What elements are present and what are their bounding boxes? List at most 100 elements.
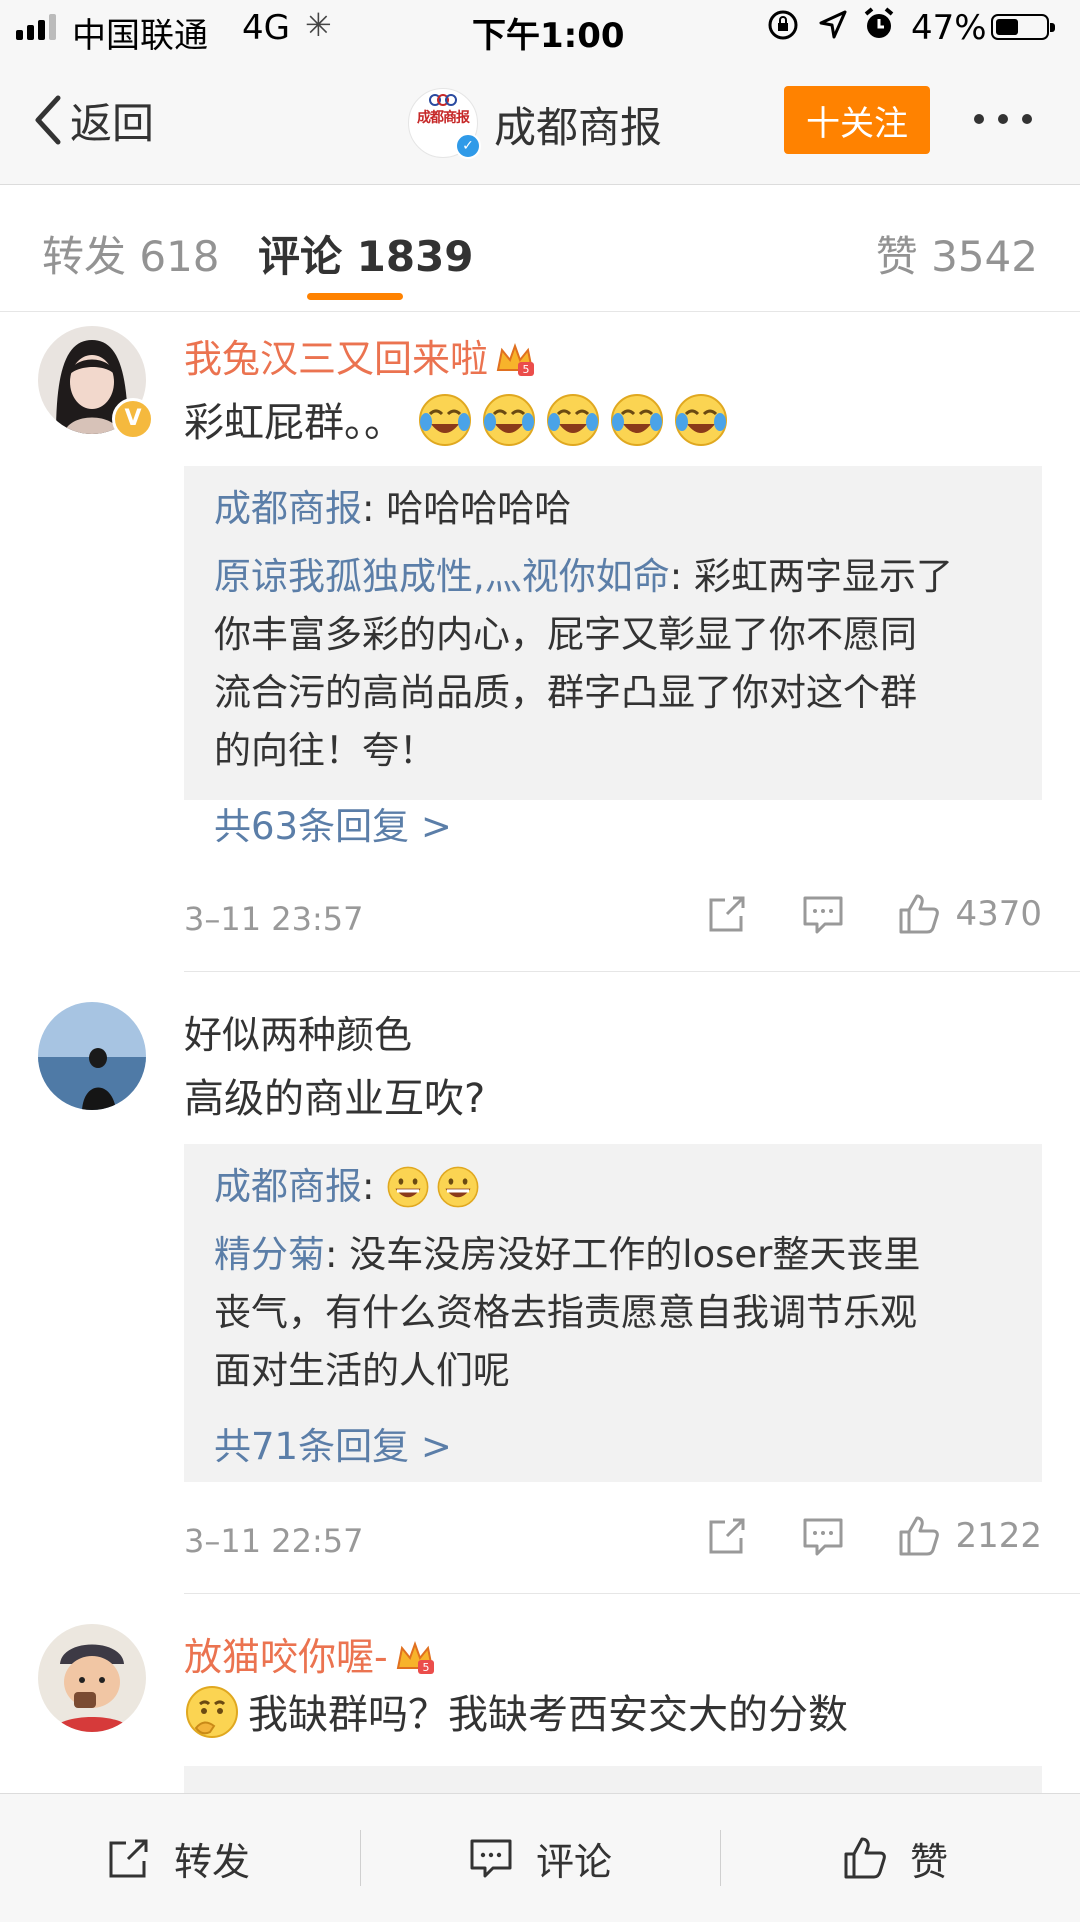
like-button[interactable]: 赞 <box>842 1794 948 1922</box>
comment-text: 彩虹屁群。。 <box>184 390 737 448</box>
battery-icon <box>991 14 1055 40</box>
toolbar-divider <box>720 1830 721 1886</box>
grin-emoji-group <box>386 1165 486 1208</box>
share-button[interactable] <box>705 1514 749 1558</box>
signal-icon <box>16 14 56 40</box>
grin-emoji-icon <box>437 1166 479 1208</box>
share-button[interactable] <box>705 892 749 936</box>
comment-time: 3–11 22:57 <box>184 1522 364 1560</box>
like-count: 4370 <box>955 894 1042 934</box>
reply-line: 你丰富多彩的内心，屁字又彰显了你不愿同 <box>214 613 917 656</box>
comment-actions: 4370 <box>705 892 1042 936</box>
comment-icon <box>803 1518 843 1556</box>
more-replies-link[interactable]: 共63条回复 > <box>214 796 452 850</box>
divider <box>184 971 1080 972</box>
vip-crown-icon: 5 <box>396 1641 434 1674</box>
account-name[interactable]: 成都商报 <box>494 94 662 155</box>
account-logo-text: 成都商报 <box>417 110 470 126</box>
divider <box>184 1593 1080 1594</box>
network-label: 4G <box>242 8 290 48</box>
thumbs-up-icon <box>844 1837 886 1879</box>
thinking-emoji-icon <box>186 1686 238 1738</box>
comment-icon <box>803 896 843 934</box>
reply-line: 成都商报: <box>214 1158 1012 1216</box>
repost-button[interactable]: 转发 <box>106 1794 250 1922</box>
laughing-tears-emoji-icon <box>418 394 471 446</box>
follow-button[interactable]: 十关注 <box>784 86 930 154</box>
battery-percent: 47% <box>911 8 987 48</box>
comment-username[interactable]: 好似两种颜色 <box>184 1004 412 1059</box>
laughing-tears-emoji-icon <box>674 394 727 446</box>
nav-bar: 返回 成都商报 ✓ 成都商报 十关注 <box>0 56 1080 185</box>
reply-username[interactable]: 成都商报 <box>214 1165 362 1208</box>
like-button[interactable]: 2122 <box>897 1514 1042 1558</box>
laughing-tears-emoji-icon <box>482 394 535 446</box>
reply-preview-box[interactable]: 成都商报: 精分菊: 没车没房没好工作的loser整天丧里 丧气，有什么资格去指… <box>184 1144 1042 1482</box>
like-count: 2122 <box>955 1516 1042 1556</box>
repost-label: 转发 <box>174 1839 251 1884</box>
reply-line: 原谅我孤独成性,灬视你如命: 彩虹两字显示了 <box>214 555 953 598</box>
avatar[interactable] <box>38 1002 146 1110</box>
back-button[interactable]: 返回 <box>30 92 154 148</box>
tab-comment[interactable]: 评论 1839 <box>258 223 474 284</box>
laughing-tears-emoji-icon <box>546 394 599 446</box>
chevron-left-icon <box>35 95 61 145</box>
grin-emoji-icon <box>387 1166 429 1208</box>
toolbar-divider <box>360 1830 361 1886</box>
reply-line: 面对生活的人们呢 <box>214 1349 510 1392</box>
comment-label: 评论 <box>536 1839 613 1884</box>
comment-username[interactable]: 放猫咬你喔- 5 <box>184 1626 436 1681</box>
more-icon[interactable] <box>974 114 1032 124</box>
share-icon <box>709 896 745 932</box>
back-label: 返回 <box>70 98 155 148</box>
verified-icon: ✓ <box>455 133 481 159</box>
reply-preview-box[interactable]: 成都商报: 哈哈哈哈哈 原谅我孤独成性,灬视你如命: 彩虹两字显示了 你丰富多彩… <box>184 466 1042 848</box>
comment-actions: 2122 <box>705 1514 1042 1558</box>
comment-item: 放猫咬你喔- 5 我缺群吗？我缺考西安交大的分数 <box>0 1612 1080 1793</box>
share-icon <box>109 1839 148 1878</box>
comment-item: V 我兔汉三又回来啦 5 彩虹屁群。。 成都商报: 哈哈哈哈哈 原谅我孤独成性,灬… <box>0 312 1080 972</box>
alarm-icon <box>862 6 896 51</box>
comment-text: 高级的商业互吹? <box>184 1076 486 1122</box>
reply-username[interactable]: 原谅我孤独成性,灬视你如命 <box>214 555 670 598</box>
reply-preview-box[interactable] <box>184 1766 1042 1793</box>
reply-button[interactable] <box>801 1514 845 1558</box>
comment-item: 好似两种颜色 高级的商业互吹? 成都商报: 精分菊: 没车没房没好工作的lose… <box>0 990 1080 1594</box>
active-tab-indicator <box>307 293 403 300</box>
newspaper-logo-icon <box>429 94 457 106</box>
comment-time: 3–11 23:57 <box>184 900 364 938</box>
comment-icon <box>470 1839 512 1878</box>
comment-username[interactable]: 我兔汉三又回来啦 5 <box>184 328 536 383</box>
location-icon <box>818 8 848 51</box>
tab-like[interactable]: 赞 3542 <box>876 223 1038 284</box>
thumbs-up-icon <box>899 894 940 934</box>
activity-icon: ✳ <box>305 6 332 44</box>
svg-text:5: 5 <box>422 1661 429 1674</box>
reply-button[interactable] <box>801 892 845 936</box>
more-replies-link[interactable]: 共71条回复 > <box>214 1416 452 1470</box>
reply-username[interactable]: 精分菊 <box>214 1233 325 1276</box>
like-button[interactable]: 4370 <box>897 892 1042 936</box>
comment-text: 我缺群吗？我缺考西安交大的分数 <box>184 1682 848 1740</box>
status-time: 下午1:00 <box>472 16 625 56</box>
avatar[interactable] <box>38 1624 146 1732</box>
svg-text:5: 5 <box>523 363 530 376</box>
reply-line: 流合污的高尚品质，群字凸显了你对这个群 <box>214 671 917 714</box>
rotation-lock-icon <box>766 8 800 51</box>
reply-line: 的向往！夸！ <box>214 729 436 772</box>
status-bar: 中国联通 4G ✳ 下午1:00 47% <box>0 0 1080 56</box>
bottom-toolbar: 转发 评论 赞 <box>0 1793 1080 1922</box>
reply-line: 丧气，有什么资格去指责愿意自我调节乐观 <box>214 1291 917 1334</box>
tab-repost[interactable]: 转发 618 <box>42 223 220 284</box>
account-avatar[interactable]: 成都商报 ✓ <box>408 88 481 159</box>
reply-line: 成都商报: 哈哈哈哈哈 <box>214 487 572 530</box>
reply-username[interactable]: 成都商报 <box>214 487 362 530</box>
laughing-emoji-group <box>417 394 737 446</box>
thumbs-up-icon <box>899 1516 940 1556</box>
like-label: 赞 <box>910 1839 949 1884</box>
carrier-label: 中国联通 <box>72 16 208 56</box>
tab-bar: 转发 618 评论 1839 赞 3542 <box>0 185 1080 312</box>
comment-button[interactable]: 评论 <box>468 1794 612 1922</box>
vip-crown-icon: 5 <box>496 343 535 376</box>
reply-line: 精分菊: 没车没房没好工作的loser整天丧里 <box>214 1233 921 1276</box>
